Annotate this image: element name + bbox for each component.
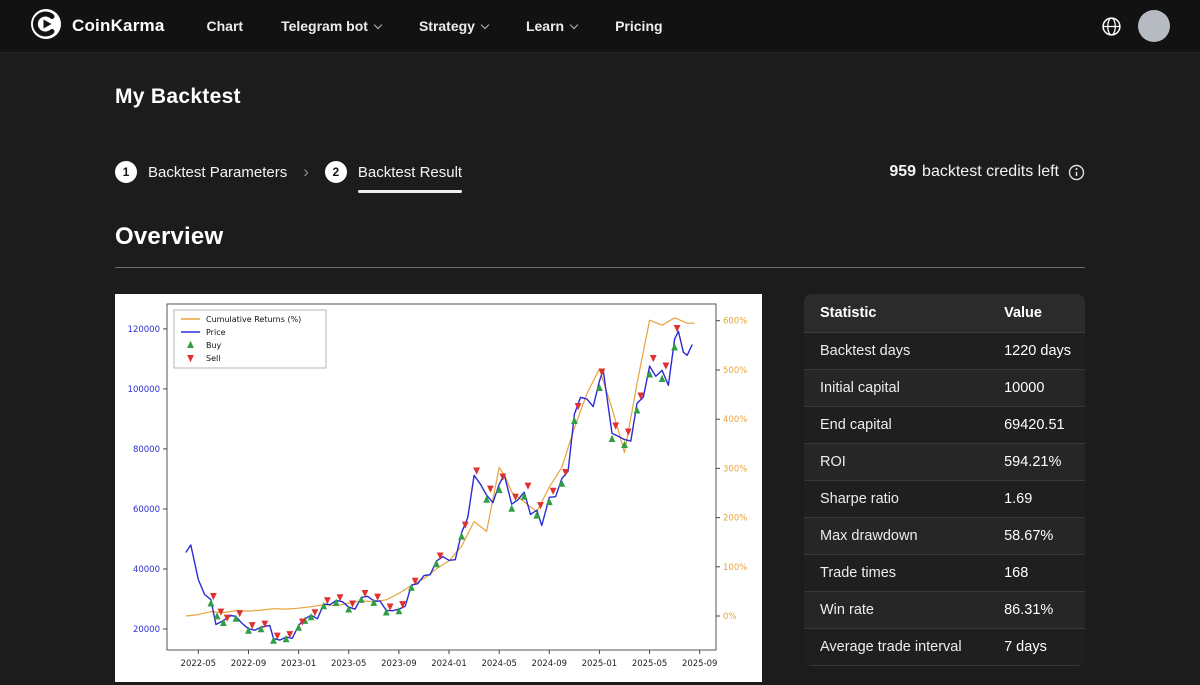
stats-header-statistic: Statistic [804,294,988,332]
step-backtest-result[interactable]: 2 Backtest Result [325,161,462,183]
stat-name: Sharpe ratio [804,481,988,517]
stat-value: 10000 [988,370,1085,406]
svg-text:Price: Price [206,328,226,337]
step-1-circle: 1 [115,161,137,183]
stat-name: Initial capital [804,370,988,406]
svg-text:2023-01: 2023-01 [281,659,317,669]
stat-name: Max drawdown [804,518,988,554]
svg-text:400%: 400% [723,415,747,425]
step-2-label: Backtest Result [358,164,462,181]
stat-value: 86.31% [988,592,1085,628]
credits-count: 959 [889,163,916,181]
stat-value: 168 [988,555,1085,591]
svg-text:40000: 40000 [133,565,160,575]
table-row: ROI594.21% [804,444,1085,481]
step-backtest-parameters[interactable]: 1 Backtest Parameters [115,161,287,183]
table-row: End capital69420.51 [804,407,1085,444]
stat-value: 58.67% [988,518,1085,554]
stat-value: 594.21% [988,444,1085,480]
stat-value: 1.69 [988,481,1085,517]
stats-table-body: Backtest days1220 daysInitial capital100… [804,333,1085,666]
stats-table-header: Statistic Value [804,294,1085,333]
svg-text:Buy: Buy [206,341,222,350]
stat-name: End capital [804,407,988,443]
svg-text:80000: 80000 [133,445,160,455]
stat-name: Win rate [804,592,988,628]
svg-text:2024-05: 2024-05 [481,659,517,669]
svg-text:120000: 120000 [128,325,160,335]
nav-item-learn[interactable]: Learn [526,18,577,34]
svg-text:20000: 20000 [133,625,160,635]
table-row: Average trade interval7 days [804,629,1085,666]
coinkarma-logo-icon [30,8,62,45]
globe-icon[interactable] [1101,16,1122,37]
svg-text:2022-05: 2022-05 [181,659,217,669]
nav-item-label: Telegram bot [281,18,368,34]
svg-text:300%: 300% [723,464,747,474]
section-title: Overview [115,223,1085,251]
svg-text:2023-09: 2023-09 [381,659,417,669]
brand[interactable]: CoinKarma [30,8,165,45]
svg-text:500%: 500% [723,366,747,376]
page-title: My Backtest [115,85,1085,109]
table-row: Sharpe ratio1.69 [804,481,1085,518]
chevron-down-icon [570,20,578,28]
nav-item-label: Chart [207,18,244,34]
nav-links: Chart Telegram bot Strategy Learn Pricin… [207,18,663,34]
svg-text:100000: 100000 [128,385,160,395]
svg-text:2022-09: 2022-09 [231,659,267,669]
stepper: 1 Backtest Parameters › 2 Backtest Resul… [115,161,1085,183]
svg-text:Cumulative Returns (%): Cumulative Returns (%) [206,315,301,324]
svg-text:2025-05: 2025-05 [632,659,668,669]
stat-name: Trade times [804,555,988,591]
svg-text:60000: 60000 [133,505,160,515]
table-row: Win rate86.31% [804,592,1085,629]
chevron-down-icon [481,20,489,28]
nav-item-strategy[interactable]: Strategy [419,18,488,34]
stats-table: Statistic Value Backtest days1220 daysIn… [804,294,1085,666]
svg-text:2025-09: 2025-09 [682,659,718,669]
section-divider [115,267,1085,268]
main-content: My Backtest 1 Backtest Parameters › 2 Ba… [0,85,1200,682]
nav-item-label: Pricing [615,18,662,34]
navbar: CoinKarma Chart Telegram bot Strategy Le… [0,0,1200,53]
stats-header-value: Value [988,294,1085,332]
nav-item-label: Strategy [419,18,475,34]
svg-text:0%: 0% [723,612,737,622]
table-row: Trade times168 [804,555,1085,592]
svg-text:2024-09: 2024-09 [532,659,568,669]
table-row: Initial capital10000 [804,370,1085,407]
avatar[interactable] [1138,10,1170,42]
stat-name: Backtest days [804,333,988,369]
step-1-label: Backtest Parameters [148,164,287,181]
info-icon[interactable] [1068,164,1085,181]
chevron-down-icon [374,20,382,28]
brand-name: CoinKarma [72,16,165,36]
nav-item-chart[interactable]: Chart [207,18,244,34]
table-row: Max drawdown58.67% [804,518,1085,555]
svg-text:2025-01: 2025-01 [582,659,618,669]
backtest-chart-svg: 20000 40000 60000 80000 100000 120000 0% 100% 20… [115,294,762,682]
stat-name: ROI [804,444,988,480]
credits-indicator: 959 backtest credits left [889,163,1085,181]
stat-name: Average trade interval [804,629,988,665]
chevron-right-icon: › [303,162,309,182]
svg-text:Sell: Sell [206,354,220,363]
nav-item-label: Learn [526,18,564,34]
table-row: Backtest days1220 days [804,333,1085,370]
nav-item-telegram-bot[interactable]: Telegram bot [281,18,381,34]
svg-text:600%: 600% [723,317,747,327]
stat-value: 1220 days [988,333,1085,369]
svg-text:200%: 200% [723,514,747,524]
stat-value: 7 days [988,629,1085,665]
stat-value: 69420.51 [988,407,1085,443]
overview-section: 20000 40000 60000 80000 100000 120000 0% 100% 20… [115,294,1085,682]
step-2-circle: 2 [325,161,347,183]
credits-label: backtest credits left [922,163,1059,181]
svg-text:2023-05: 2023-05 [331,659,367,669]
svg-text:100%: 100% [723,563,747,573]
backtest-chart: 20000 40000 60000 80000 100000 120000 0% 100% 20… [115,294,762,682]
nav-item-pricing[interactable]: Pricing [615,18,662,34]
svg-text:2024-01: 2024-01 [431,659,467,669]
